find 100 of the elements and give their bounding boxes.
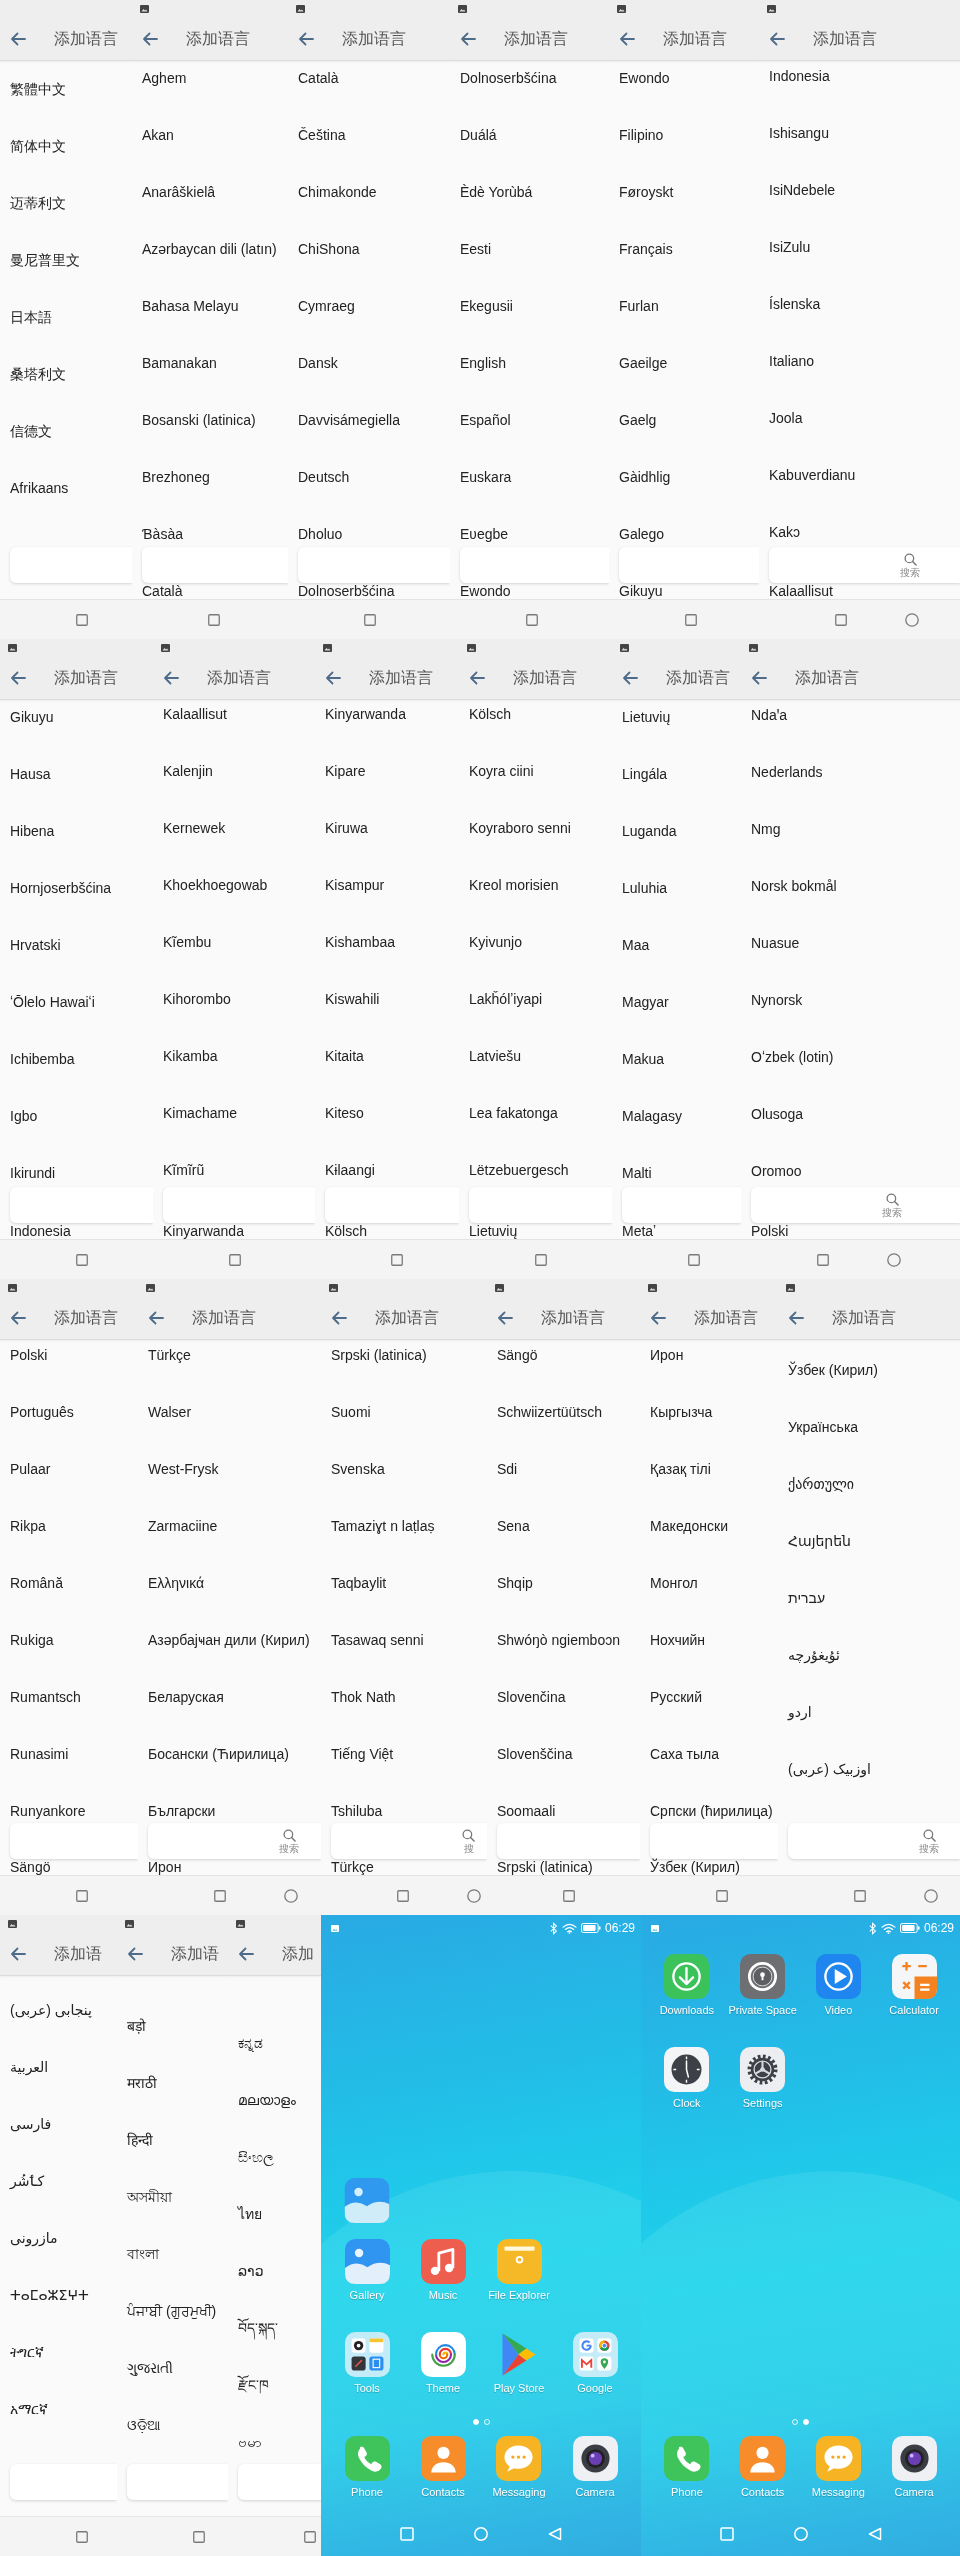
triangle-back-icon[interactable] xyxy=(548,2527,562,2541)
circle-nav-icon[interactable] xyxy=(924,1888,938,1903)
language-item[interactable]: Sängö xyxy=(10,1859,51,1875)
language-item[interactable]: Slovenščina xyxy=(497,1745,573,1763)
language-item[interactable]: ગુજરાતી xyxy=(127,2359,173,2377)
language-item[interactable]: Español xyxy=(460,411,511,429)
language-item[interactable]: Indonesia xyxy=(769,67,830,85)
language-item[interactable]: ລາວ xyxy=(238,2262,264,2280)
square-nav-icon[interactable] xyxy=(391,1253,403,1266)
language-item[interactable]: Polski xyxy=(751,1223,789,1239)
language-item[interactable]: اردو xyxy=(788,1703,812,1721)
language-item[interactable]: Rumantsch xyxy=(10,1688,81,1706)
language-item[interactable]: Furlan xyxy=(619,297,659,315)
search-field[interactable] xyxy=(10,547,132,583)
language-item[interactable]: IsiNdebele xyxy=(769,181,836,199)
language-item[interactable]: Chimakonde xyxy=(298,183,377,201)
language-item[interactable]: 迈蒂利文 xyxy=(10,194,66,212)
language-item[interactable]: Kalaallisut xyxy=(769,583,833,599)
search-field[interactable] xyxy=(10,2464,117,2500)
back-button[interactable] xyxy=(619,32,635,46)
language-item[interactable]: Kishambaa xyxy=(325,933,396,951)
search-field[interactable] xyxy=(497,1823,640,1859)
language-item[interactable]: Galego xyxy=(619,525,665,543)
language-item[interactable]: Bamanakan xyxy=(142,354,217,372)
language-item[interactable]: ဗမာ xyxy=(238,2433,262,2451)
search-field[interactable]: 搜索 xyxy=(769,547,960,583)
language-item[interactable]: Kisampur xyxy=(325,876,385,894)
language-item[interactable]: Русский xyxy=(650,1688,702,1706)
language-item[interactable]: West-Frysk xyxy=(148,1460,219,1478)
language-item[interactable]: Eesti xyxy=(460,240,492,258)
language-item[interactable]: Català xyxy=(142,583,183,599)
square-nav-icon[interactable] xyxy=(193,2530,205,2543)
triangle-back-icon[interactable] xyxy=(868,2527,882,2541)
language-item[interactable]: Koyra ciini xyxy=(469,762,534,780)
back-button[interactable] xyxy=(163,671,179,685)
circle-nav-icon[interactable] xyxy=(284,1888,298,1903)
language-item[interactable]: Монгол xyxy=(650,1574,698,1592)
language-item[interactable]: Dolnoserbšćina xyxy=(298,583,395,599)
language-item[interactable]: Ewondo xyxy=(619,69,670,87)
language-item[interactable]: Thok Nath xyxy=(331,1688,396,1706)
language-item[interactable]: Ελληνικά xyxy=(148,1574,205,1592)
back-button[interactable] xyxy=(788,1311,804,1325)
language-item[interactable]: Magyar xyxy=(622,993,669,1011)
language-item[interactable]: Kalenjin xyxy=(163,762,213,780)
square-nav-icon[interactable] xyxy=(76,2530,88,2543)
square-nav-icon[interactable] xyxy=(526,613,538,626)
language-item[interactable]: Rikpa xyxy=(10,1517,46,1535)
language-item[interactable]: ਪੰਜਾਬੀ (ਗੁਰਮੁਖੀ) xyxy=(127,2302,217,2320)
language-item[interactable]: Luganda xyxy=(622,822,677,840)
search-field[interactable] xyxy=(10,1823,138,1859)
language-item[interactable]: Nmg xyxy=(751,820,781,838)
square-nav-icon[interactable] xyxy=(835,613,847,626)
language-item[interactable]: Română xyxy=(10,1574,63,1592)
language-item[interactable]: Davvisámegiella xyxy=(298,411,400,429)
language-item[interactable]: Kalaallisut xyxy=(163,705,227,723)
language-item[interactable]: Hibena xyxy=(10,822,55,840)
square-nav-icon[interactable] xyxy=(563,1889,575,1902)
language-item[interactable]: Kĩembu xyxy=(163,933,212,951)
language-item[interactable]: Hrvatski xyxy=(10,936,61,954)
language-item[interactable]: Kɨlaangi xyxy=(325,1161,375,1179)
back-button[interactable] xyxy=(10,32,26,46)
language-item[interactable]: Lea fakatonga xyxy=(469,1104,558,1122)
search-field[interactable] xyxy=(619,547,759,583)
square-nav-icon[interactable] xyxy=(208,613,220,626)
language-item[interactable]: עברית xyxy=(788,1589,826,1607)
language-item[interactable]: 桑塔利文 xyxy=(10,365,66,383)
language-item[interactable]: Olusoga xyxy=(751,1105,804,1123)
search-button[interactable]: 搜索 xyxy=(882,1192,902,1218)
language-item[interactable]: Gaeilge xyxy=(619,354,668,372)
language-item[interactable]: অসমীয়া xyxy=(127,2188,172,2206)
language-item[interactable]: Azərbaycan dili (latın) xyxy=(142,240,277,258)
language-item[interactable]: Нохчийн xyxy=(650,1631,706,1649)
language-item[interactable]: Українська xyxy=(788,1418,859,1436)
search-field[interactable] xyxy=(127,2464,228,2500)
language-item[interactable]: Ekegusii xyxy=(460,297,513,315)
language-item[interactable]: Soomaali xyxy=(497,1802,556,1820)
language-item[interactable]: Koyraboro senni xyxy=(469,819,571,837)
language-item[interactable]: Kĩmĩrũ xyxy=(163,1161,205,1179)
language-item[interactable]: Kölsch xyxy=(325,1223,368,1239)
language-item[interactable]: Català xyxy=(298,69,339,87)
language-item[interactable]: Duálá xyxy=(460,126,497,144)
language-item[interactable]: Íslenska xyxy=(769,295,821,313)
search-button[interactable]: 搜 xyxy=(462,1828,475,1854)
language-item[interactable]: Азәрбајҹан дили (Кирил) xyxy=(148,1631,310,1649)
search-field[interactable] xyxy=(650,1823,778,1859)
search-field[interactable]: 搜 xyxy=(331,1823,487,1859)
language-item[interactable]: ಕನ್ನಡ xyxy=(238,2034,263,2052)
search-button[interactable]: 搜索 xyxy=(900,552,920,578)
back-button[interactable] xyxy=(751,671,767,685)
language-item[interactable]: Kabuverdianu xyxy=(769,466,856,484)
language-item[interactable]: Беларуская xyxy=(148,1688,224,1706)
language-item[interactable]: Runyankore xyxy=(10,1802,86,1820)
language-item[interactable]: मराठी xyxy=(127,2074,157,2092)
back-button[interactable] xyxy=(325,671,341,685)
language-item[interactable]: Ichibemba xyxy=(10,1050,75,1068)
language-item[interactable]: Kinyarwanda xyxy=(163,1223,244,1239)
square-nav-icon[interactable] xyxy=(854,1889,866,1902)
language-item[interactable]: ʻŌlelo Hawaiʻi xyxy=(10,993,95,1011)
language-item[interactable]: Ikirundi xyxy=(10,1164,56,1182)
language-item[interactable]: ⵜⴰⵎⴰⵣⵉⵖⵜ xyxy=(10,2286,89,2304)
